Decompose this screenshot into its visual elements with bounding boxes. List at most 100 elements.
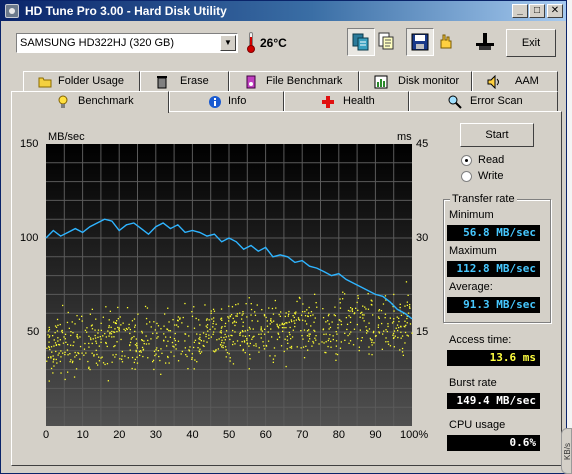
access-time-point <box>166 345 168 347</box>
access-time-point <box>141 332 143 334</box>
access-time-point <box>232 343 234 346</box>
access-time-point <box>59 323 61 326</box>
access-time-point <box>164 313 166 315</box>
access-time-point <box>339 347 342 349</box>
access-time-point <box>382 333 384 335</box>
access-time-point <box>274 355 276 357</box>
access-time-point <box>101 356 103 358</box>
access-time-point <box>55 358 57 361</box>
access-time-point <box>400 325 402 327</box>
access-time-point <box>155 353 157 355</box>
access-time-point <box>409 323 412 325</box>
read-radio[interactable] <box>461 155 472 166</box>
write-radio[interactable] <box>461 171 472 182</box>
access-time-point <box>222 346 224 349</box>
access-time-point <box>251 338 253 340</box>
access-time-point <box>215 350 217 352</box>
access-time-point <box>381 322 383 325</box>
access-time-point <box>133 361 135 364</box>
access-time-point <box>168 362 170 364</box>
access-time-point <box>199 333 201 336</box>
access-time-point <box>255 345 257 347</box>
access-time-point <box>287 315 289 317</box>
access-time-point <box>144 305 147 308</box>
access-time-point <box>233 321 235 323</box>
access-time-point <box>328 328 330 330</box>
access-time-point <box>306 335 309 337</box>
access-time-point <box>108 326 110 329</box>
access-time-point <box>268 307 270 309</box>
access-time-point <box>152 359 155 361</box>
access-time-point <box>49 348 51 351</box>
access-time-point <box>367 330 369 332</box>
access-time-point <box>208 337 210 339</box>
tab-label: Benchmark <box>78 95 134 107</box>
access-time-point <box>48 328 51 331</box>
access-time-point <box>117 306 119 309</box>
access-time-point <box>246 342 249 344</box>
access-time-point <box>163 333 165 335</box>
access-time-point <box>172 319 174 321</box>
access-time-point <box>350 331 352 333</box>
access-time-point <box>171 341 174 344</box>
start-button[interactable]: Start <box>460 123 534 147</box>
access-time-point <box>377 324 380 326</box>
access-time-point <box>265 316 267 319</box>
access-time-point <box>373 330 375 333</box>
access-time-point <box>323 342 325 344</box>
access-time-point <box>264 328 266 330</box>
access-time-point <box>353 328 356 330</box>
access-time-point <box>83 354 85 356</box>
access-time-point <box>173 346 175 348</box>
access-time-point <box>147 357 149 359</box>
access-time-point <box>252 336 254 338</box>
access-time-point <box>271 307 274 310</box>
access-time-point <box>116 330 118 333</box>
access-time-point <box>114 328 116 330</box>
access-time-point <box>398 320 400 323</box>
access-time-point <box>112 354 114 356</box>
access-time-point <box>202 344 204 347</box>
access-time-point <box>228 335 230 337</box>
access-time-point <box>100 329 102 331</box>
average-label: Average: <box>449 281 493 293</box>
access-time-point <box>57 324 59 326</box>
access-time-point <box>127 357 129 359</box>
access-time-point <box>57 354 59 356</box>
access-time-point <box>253 344 255 347</box>
access-time-point <box>220 330 222 332</box>
access-time-point <box>290 338 292 340</box>
access-time-point <box>401 347 404 350</box>
access-time-point <box>191 358 193 360</box>
access-time-point <box>217 348 219 350</box>
access-time-point <box>354 312 356 314</box>
access-time-point <box>168 321 170 323</box>
access-time-point <box>308 333 310 335</box>
access-time-point <box>307 340 310 342</box>
access-time-point <box>365 326 367 328</box>
access-time-point <box>193 368 195 370</box>
access-time-point <box>221 341 223 344</box>
access-time-point <box>64 353 66 356</box>
access-time-point <box>232 329 234 332</box>
access-time-point <box>109 310 111 312</box>
access-time-point <box>380 310 383 312</box>
access-time-point <box>198 342 200 344</box>
access-time-point <box>55 326 58 328</box>
access-time-point <box>327 345 329 348</box>
access-time-point <box>392 332 395 335</box>
access-time-point <box>263 345 265 347</box>
access-time-point <box>290 347 293 349</box>
access-time-point <box>407 312 410 314</box>
access-time-point <box>105 306 107 308</box>
access-time-point <box>315 339 317 341</box>
access-time-point <box>260 326 262 328</box>
access-time-point <box>198 319 200 321</box>
access-time-point <box>361 314 364 316</box>
access-time-point <box>385 337 387 339</box>
side-panel-tab[interactable]: KB/s <box>561 428 572 474</box>
access-time-point <box>212 308 215 310</box>
tab-benchmark[interactable]: Benchmark <box>11 91 169 113</box>
access-time-point <box>71 361 74 364</box>
access-time-point <box>218 338 220 340</box>
